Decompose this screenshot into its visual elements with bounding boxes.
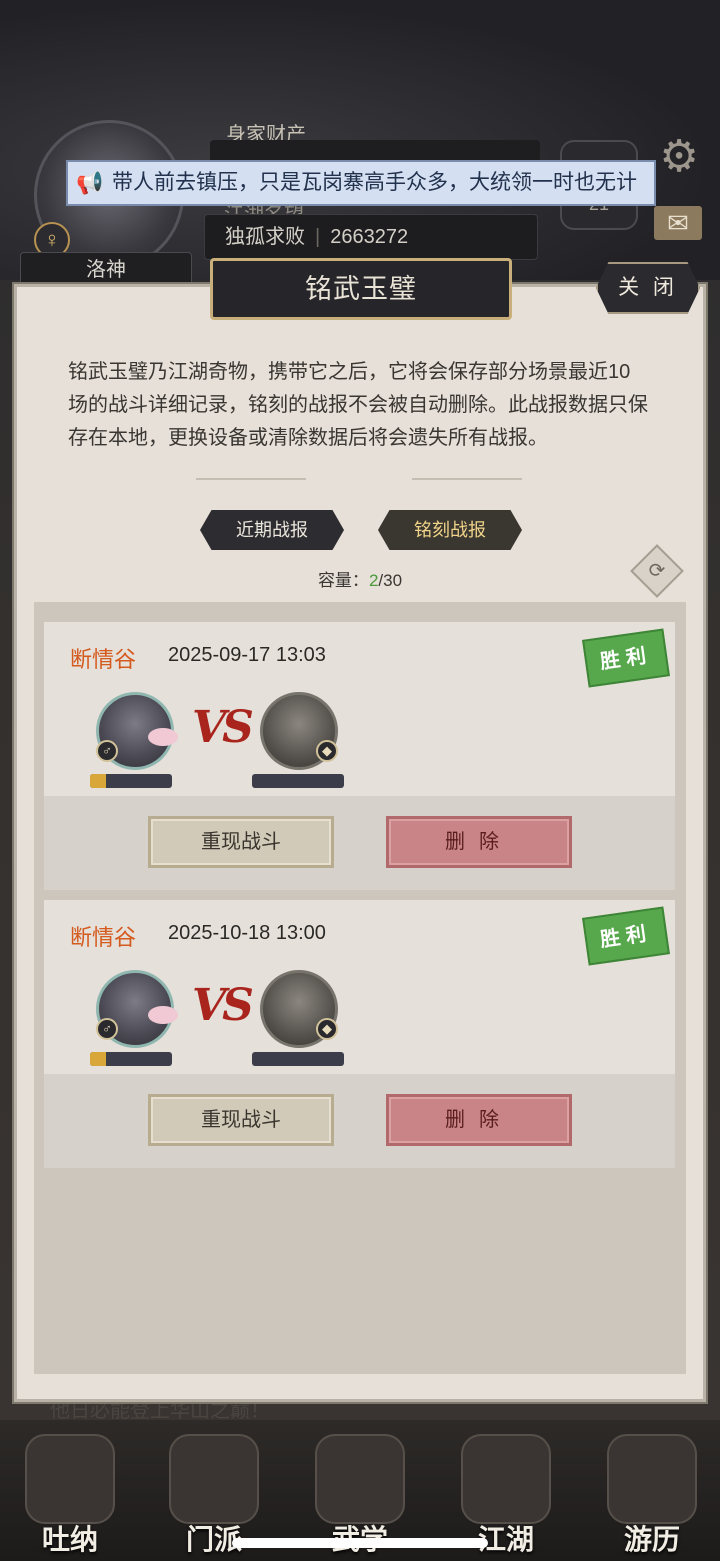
nav-label: 游历 xyxy=(623,1523,680,1556)
capacity-total: /30 xyxy=(378,571,403,590)
dialog-description: 铭武玉璧乃江湖奇物，携带它之后，它将会保存部分场景最近10场的战斗详细记录，铭刻… xyxy=(68,361,648,449)
mail-icon[interactable]: ✉ xyxy=(654,206,702,240)
replay-battle-button[interactable]: 重现战斗 xyxy=(148,1094,334,1146)
dialog-title: 铭武玉璧 xyxy=(210,258,512,320)
home-indicator[interactable] xyxy=(232,1538,488,1548)
divider xyxy=(196,478,306,480)
nav-label: 吐纳 xyxy=(41,1523,98,1556)
delete-report-button[interactable]: 删除 xyxy=(386,816,572,868)
nav-item-jianghu[interactable]: 江湖 xyxy=(454,1434,558,1556)
nav-item-tuna[interactable]: 吐纳 xyxy=(18,1434,122,1556)
replay-battle-button[interactable]: 重现战斗 xyxy=(148,816,334,868)
flower-icon xyxy=(148,728,178,746)
rank-value: 2663272 xyxy=(330,226,409,248)
nav-item-martial-arts[interactable]: 武学 xyxy=(308,1434,412,1556)
tuna-icon xyxy=(25,1434,115,1524)
rank-row[interactable]: 独孤求败 | 2663272 xyxy=(204,214,538,260)
report-location: 断情谷 xyxy=(70,647,137,672)
sect-icon xyxy=(169,1434,259,1524)
male-icon: ♂ xyxy=(96,740,118,762)
announcement-banner: 📢 带人前去镇压，只是瓦岗寨高手众多，大统领一时也无计 xyxy=(66,160,656,206)
player-name: 洛神 xyxy=(20,252,192,288)
book-icon xyxy=(315,1434,405,1524)
enemy-hp-bar xyxy=(252,774,344,788)
gear-icon[interactable]: ⚙ xyxy=(656,134,702,180)
hat-icon xyxy=(461,1434,551,1524)
rank-badge-icon: ◆ xyxy=(316,1018,338,1040)
report-time: 2025-10-18 13:00 xyxy=(168,922,326,944)
divider xyxy=(412,478,522,480)
capacity-used: 2 xyxy=(368,571,379,590)
enemy-hp-bar xyxy=(252,1052,344,1066)
tab-engraved-reports[interactable]: 铭刻战报 xyxy=(378,510,522,550)
report-location: 断情谷 xyxy=(70,925,137,950)
vs-label: VS xyxy=(192,980,254,1031)
delete-report-button[interactable]: 删除 xyxy=(386,1094,572,1146)
rank-badge-icon: ◆ xyxy=(316,740,338,762)
refresh-icon: ⟳ xyxy=(648,560,666,582)
rank-title: 独孤求败 xyxy=(225,226,305,248)
rank-separator: | xyxy=(315,226,321,248)
male-icon: ♂ xyxy=(96,1018,118,1040)
report-card: 断情谷 2025-10-18 13:00 胜利 ♂ VS ◆ 重现战斗 删除 xyxy=(44,900,675,1168)
nav-item-sect[interactable]: 门派 xyxy=(162,1434,266,1556)
hp-fill xyxy=(90,774,107,788)
capacity-label: 容量： xyxy=(317,571,369,590)
report-card: 断情谷 2025-09-17 13:03 胜利 ♂ VS ◆ 重现战斗 删除 xyxy=(44,622,675,890)
player-hp-bar xyxy=(90,1052,172,1066)
announcement-text: 带人前去镇压，只是瓦岗寨高手众多，大统领一时也无计 xyxy=(112,171,637,194)
tab-recent-reports[interactable]: 近期战报 xyxy=(200,510,344,550)
report-time: 2025-09-17 13:03 xyxy=(168,644,326,666)
flower-icon xyxy=(148,1006,178,1024)
hp-fill xyxy=(90,1052,107,1066)
nav-item-travel[interactable]: 游历 xyxy=(600,1434,704,1556)
capacity-indicator: 容量：2/30 xyxy=(0,566,720,591)
horse-icon xyxy=(607,1434,697,1524)
player-hp-bar xyxy=(90,774,172,788)
close-button[interactable]: 关 闭 xyxy=(596,262,700,314)
vs-label: VS xyxy=(192,702,254,753)
megaphone-icon: 📢 xyxy=(76,170,104,195)
